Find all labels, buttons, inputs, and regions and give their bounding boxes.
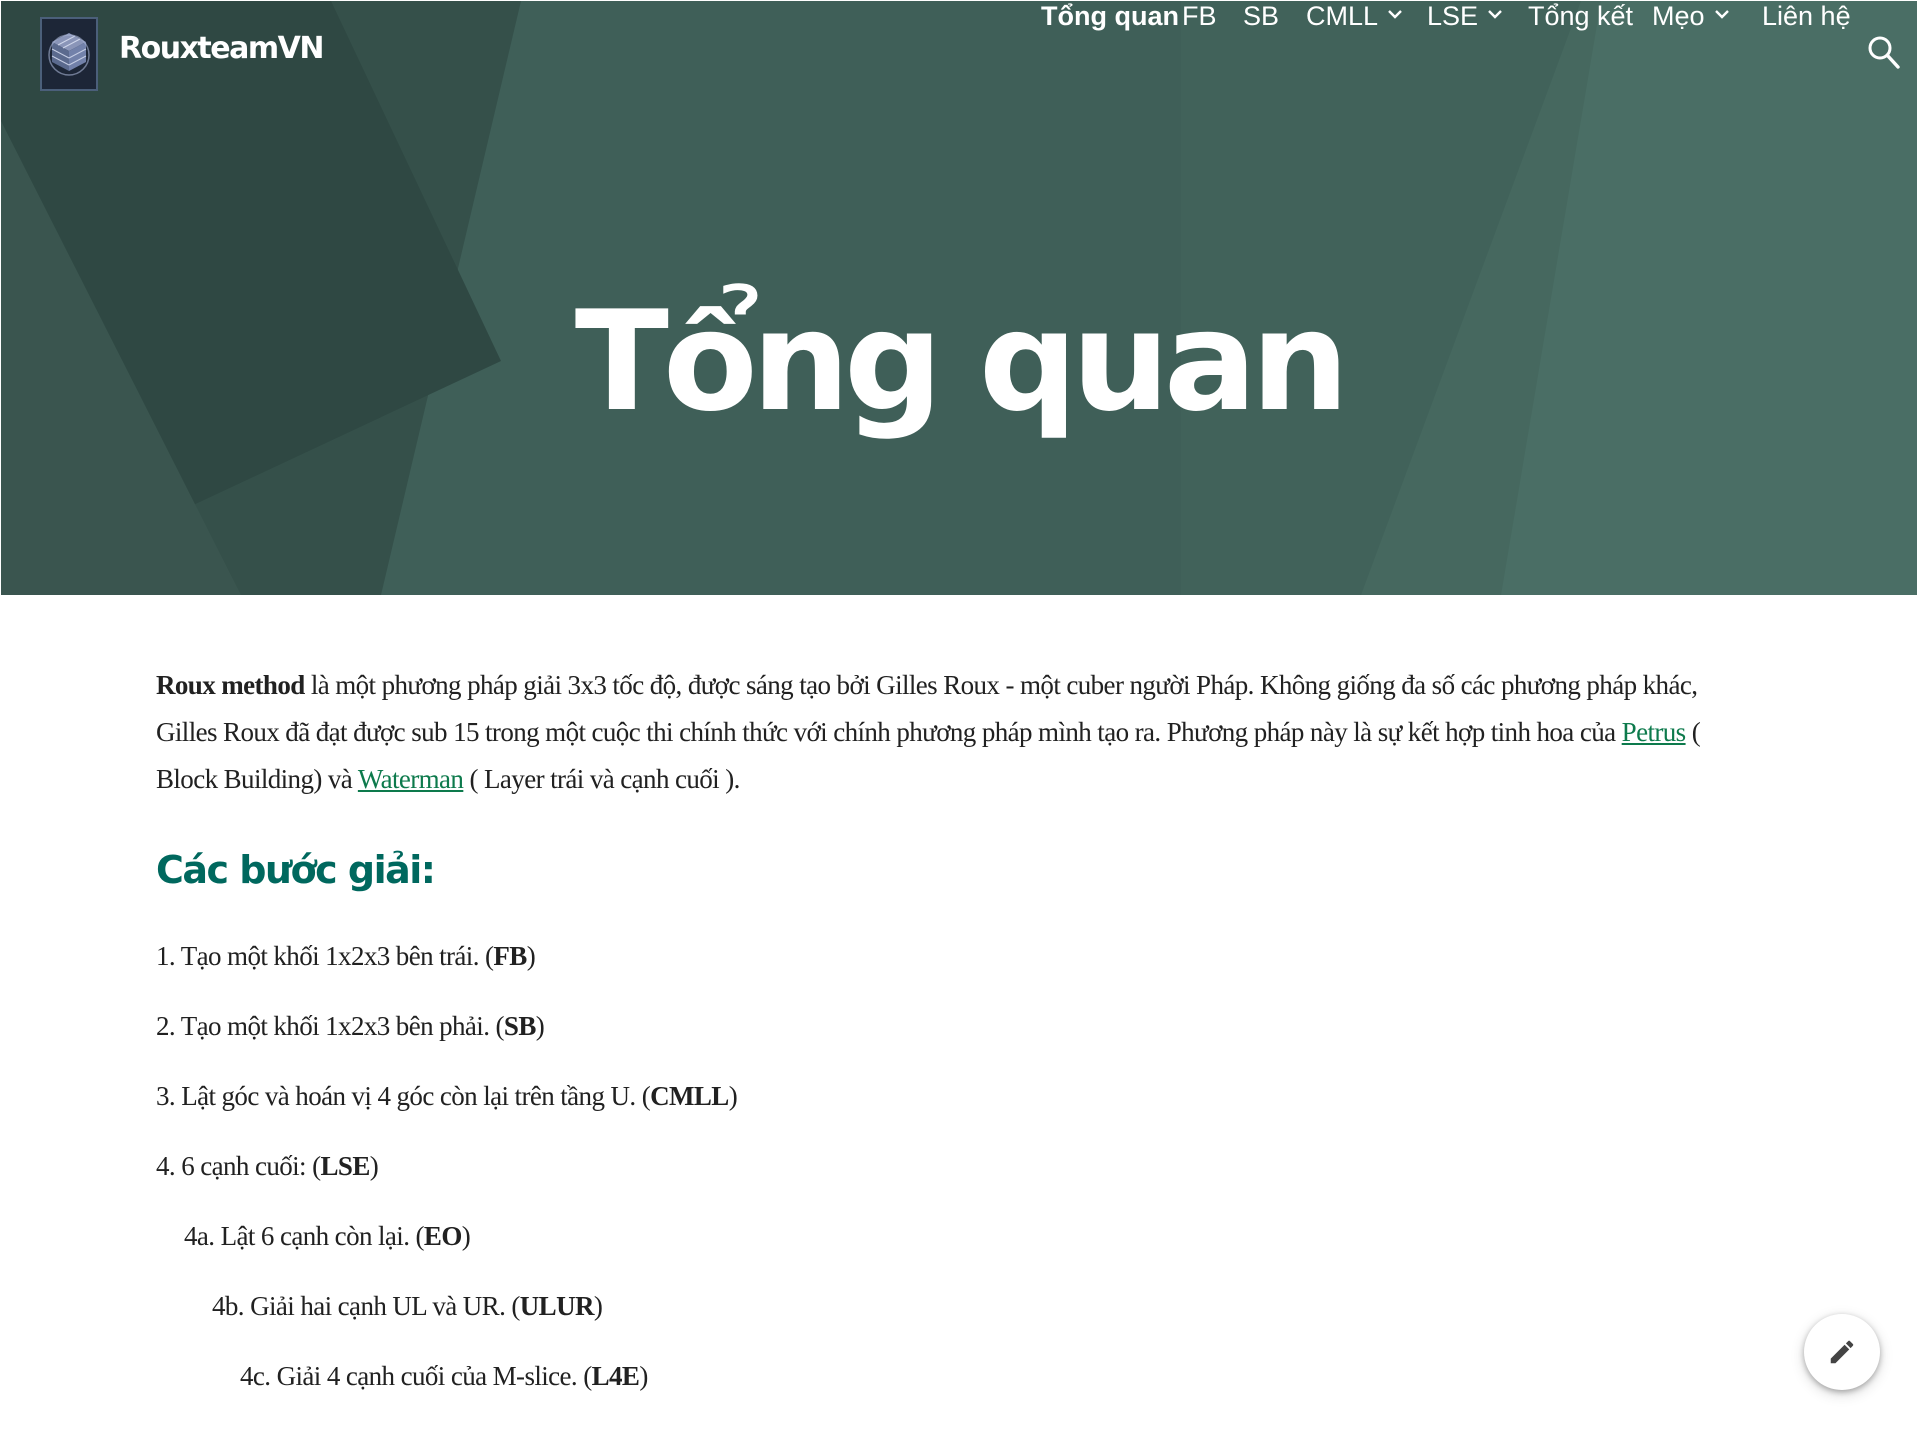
step-code: LSE xyxy=(320,1151,371,1181)
edit-button[interactable] xyxy=(1804,1314,1880,1390)
nav-item-tong-quan[interactable]: Tổng quan xyxy=(1041,1,1179,45)
search-icon xyxy=(1868,36,1900,69)
search-button[interactable] xyxy=(1867,35,1901,71)
step-code: SB xyxy=(503,1011,536,1041)
intro-text-3: ( Layer trái và cạnh cuối ). xyxy=(463,764,740,794)
step-code: L4E xyxy=(591,1361,640,1391)
intro-bold-term: Roux method xyxy=(156,670,305,700)
chevron-down-icon xyxy=(1714,10,1729,19)
intro-text-1: là một phương pháp giải 3x3 tốc độ, được… xyxy=(156,670,1698,747)
step-item: 4. 6 cạnh cuối: (LSE) xyxy=(156,1146,379,1186)
petrus-link[interactable]: Petrus xyxy=(1622,717,1687,747)
nav-item-label: SB xyxy=(1243,1,1280,31)
nav-item-lien-he[interactable]: Liên hệ xyxy=(1762,1,1851,45)
chevron-down-icon xyxy=(1388,10,1402,19)
step-end: ) xyxy=(535,1011,545,1041)
hero-banner: RouxteamVN Tổng quan FB SB CMLL LSE Tổng… xyxy=(1,1,1917,595)
nav-item-label: LSE xyxy=(1427,1,1479,31)
step-text: 2. Tạo một khối 1x2x3 bên phải. ( xyxy=(156,1011,505,1041)
steps-heading: Các bước giải: xyxy=(156,848,436,892)
step-text: 1. Tạo một khối 1x2x3 bên trái. ( xyxy=(156,941,494,971)
nav-item-fb[interactable]: FB xyxy=(1182,1,1217,45)
pencil-edit-icon xyxy=(1830,1340,1854,1364)
step-code: FB xyxy=(493,941,527,971)
intro-paragraph: Roux method là một phương pháp giải 3x3 … xyxy=(156,662,1756,803)
nav-item-label: Liên hệ xyxy=(1762,1,1851,31)
step-end: ) xyxy=(639,1361,648,1391)
step-end: ) xyxy=(593,1291,603,1321)
step-code: ULUR xyxy=(519,1291,595,1321)
step-item: 4a. Lật 6 cạnh còn lại. (EO) xyxy=(184,1216,471,1256)
step-text: 4c. Giải 4 cạnh cuối của M-slice. ( xyxy=(240,1361,592,1391)
step-code: CMLL xyxy=(650,1081,729,1111)
step-item: 4b. Giải hai cạnh UL và UR. (ULUR) xyxy=(212,1286,603,1326)
step-text: 4a. Lật 6 cạnh còn lại. ( xyxy=(184,1221,425,1251)
step-text: 4b. Giải hai cạnh UL và UR. ( xyxy=(212,1291,520,1321)
nav-item-cmll[interactable]: CMLL xyxy=(1306,1,1404,45)
nav-item-label: Tổng quan xyxy=(1041,1,1179,31)
nav-item-label: Tổng kết xyxy=(1528,1,1634,31)
nav-item-label: CMLL xyxy=(1306,1,1379,31)
nav-item-label: Mẹo xyxy=(1652,1,1705,31)
nav-item-lse[interactable]: LSE xyxy=(1427,1,1504,45)
step-end: ) xyxy=(526,941,536,971)
site-title[interactable]: RouxteamVN xyxy=(119,31,324,66)
step-end: ) xyxy=(728,1081,738,1111)
waterman-link[interactable]: Waterman xyxy=(358,764,464,794)
rubiks-cube-logo-icon xyxy=(42,19,96,89)
nav-item-meo[interactable]: Mẹo xyxy=(1652,1,1731,45)
step-text: 3. Lật góc và hoán vị 4 góc còn lại trên… xyxy=(156,1081,651,1111)
step-item: 4c. Giải 4 cạnh cuối của M-slice. (L4E) xyxy=(240,1356,648,1396)
chevron-down-icon xyxy=(1488,10,1502,19)
step-item: 3. Lật góc và hoán vị 4 góc còn lại trên… xyxy=(156,1076,738,1116)
nav-item-tong-ket[interactable]: Tổng kết xyxy=(1528,1,1633,45)
site-logo[interactable] xyxy=(40,17,98,91)
step-end: ) xyxy=(369,1151,379,1181)
step-code: EO xyxy=(423,1221,462,1251)
top-navigation-bar: RouxteamVN Tổng quan FB SB CMLL LSE Tổng… xyxy=(1,1,1917,109)
nav-item-label: FB xyxy=(1182,1,1217,31)
step-text: 4. 6 cạnh cuối: ( xyxy=(156,1151,321,1181)
step-end: ) xyxy=(461,1221,471,1251)
page-title: Tổng quan xyxy=(574,281,1349,443)
step-item: 1. Tạo một khối 1x2x3 bên trái. (FB) xyxy=(156,936,536,976)
step-item: 2. Tạo một khối 1x2x3 bên phải. (SB) xyxy=(156,1006,545,1046)
nav-item-sb[interactable]: SB xyxy=(1243,1,1279,45)
intro-section: Roux method là một phương pháp giải 3x3 … xyxy=(156,662,1756,803)
